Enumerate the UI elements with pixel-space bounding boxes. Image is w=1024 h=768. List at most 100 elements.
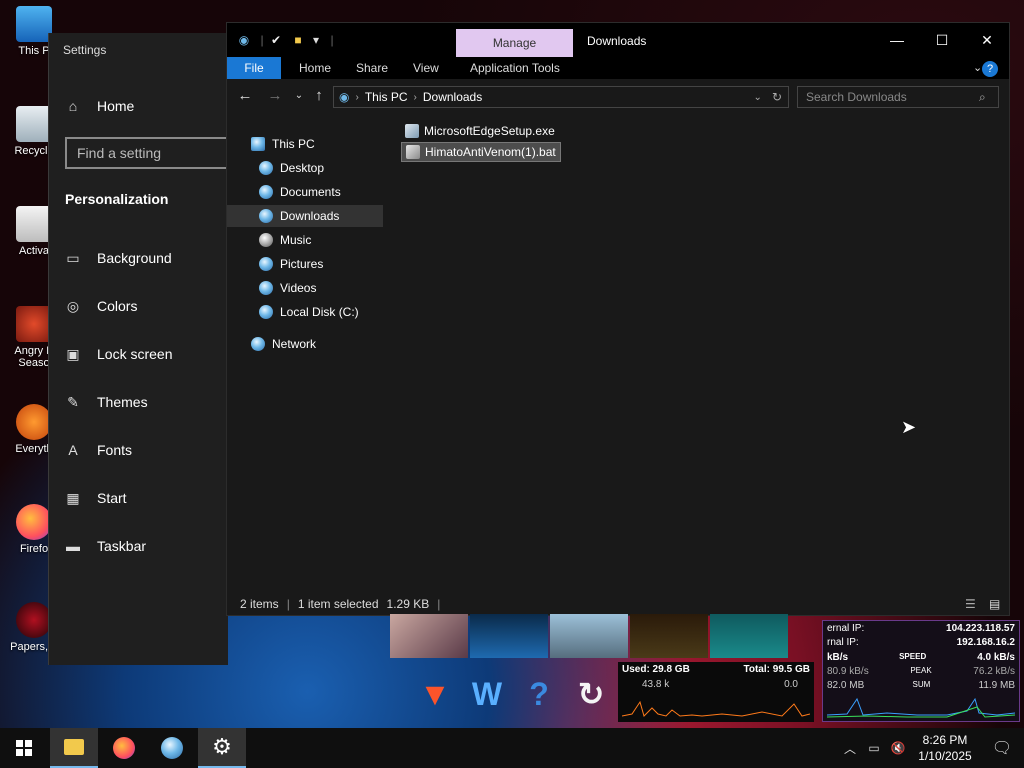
- properties-icon[interactable]: ✔: [269, 33, 283, 47]
- settings-item-lock-screen[interactable]: ▣ Lock screen: [63, 342, 172, 366]
- file-item-selected[interactable]: HimatoAntiVenom(1).bat: [401, 142, 561, 162]
- nav-item-this-pc[interactable]: This PC: [227, 133, 383, 155]
- sum-up: 11.9 MB: [978, 680, 1016, 691]
- thumbnail[interactable]: [630, 614, 708, 658]
- settings-item-label: Taskbar: [97, 538, 147, 554]
- external-ip-row: ernal IP: 104.223.118.57: [827, 623, 1015, 634]
- forward-arrow-icon[interactable]: →: [265, 87, 285, 105]
- gear-icon: ⚙: [212, 734, 232, 759]
- file-item[interactable]: MicrosoftEdgeSetup.exe: [401, 121, 559, 141]
- nav-item-network[interactable]: Network: [227, 333, 383, 355]
- thumbnail[interactable]: [470, 614, 548, 658]
- up-arrow-icon[interactable]: ↑: [309, 87, 329, 105]
- address-bar-row: ← → ⌄ ↑ ◉ › This PC › Downloads ⌄ ↻ ⌕: [227, 79, 1009, 113]
- settings-item-colors[interactable]: ◎ Colors: [63, 294, 138, 318]
- sync-icon[interactable]: ↻: [568, 671, 614, 717]
- refresh-icon[interactable]: ↻: [772, 90, 782, 104]
- tab-home[interactable]: Home: [287, 57, 343, 79]
- breadcrumb-separator: ›: [355, 91, 359, 103]
- help-question-icon[interactable]: ?: [516, 671, 562, 717]
- settings-window: Settings ⌂ Home Personalization ▭ Backgr…: [48, 33, 235, 665]
- tab-share[interactable]: Share: [344, 57, 400, 79]
- nav-item-videos[interactable]: Videos: [227, 277, 383, 299]
- font-icon: A: [68, 442, 78, 458]
- show-hidden-icons-chevron-icon[interactable]: ︿: [838, 740, 862, 757]
- memory-used: Used: 29.8 GB: [622, 664, 690, 675]
- large-icons-view-icon[interactable]: ▤: [989, 597, 1000, 611]
- nav-item-label: Local Disk (C:): [280, 305, 359, 319]
- maximize-icon[interactable]: ☐: [927, 29, 957, 51]
- action-center-icon[interactable]: 🗨: [980, 738, 1024, 758]
- computer-icon: [16, 6, 52, 42]
- tab-file[interactable]: File: [227, 57, 281, 79]
- brave-icon[interactable]: ▼: [412, 671, 458, 717]
- settings-item-taskbar[interactable]: ▬ Taskbar: [63, 534, 146, 558]
- thumbnail[interactable]: [550, 614, 628, 658]
- tab-view[interactable]: View: [401, 57, 451, 79]
- memory-widget: Used: 29.8 GB Total: 99.5 GB 43.8 k 0.0: [618, 662, 814, 722]
- settings-item-fonts[interactable]: A Fonts: [63, 438, 132, 462]
- breadcrumb-separator: ›: [413, 91, 417, 103]
- thumbnail[interactable]: [390, 614, 468, 658]
- breadcrumb-this-pc[interactable]: This PC: [365, 90, 408, 104]
- manage-tab[interactable]: Manage: [456, 29, 573, 57]
- home-icon: ⌂: [68, 98, 78, 114]
- wise-care-icon[interactable]: W: [464, 671, 510, 717]
- internal-ip-value: 192.168.16.2: [956, 637, 1015, 648]
- minimize-icon[interactable]: —: [882, 29, 912, 51]
- help-icon[interactable]: ?: [982, 57, 1000, 79]
- clock-time: 8:26 PM: [922, 733, 968, 747]
- settings-item-background[interactable]: ▭ Background: [63, 246, 171, 270]
- nav-item-desktop[interactable]: Desktop: [227, 157, 383, 179]
- close-icon[interactable]: ✕: [972, 29, 1002, 51]
- navigation-pane: This PC Desktop Documents Downloads Musi…: [227, 113, 383, 591]
- file-list-pane: MicrosoftEdgeSetup.exe HimatoAntiVenom(1…: [383, 113, 1009, 591]
- memory-graph: [622, 700, 810, 717]
- find-setting-input[interactable]: [65, 137, 235, 169]
- external-ip-value: 104.223.118.57: [946, 623, 1015, 634]
- location-icon: ◉: [339, 90, 350, 104]
- taskbar-file-explorer[interactable]: [50, 728, 98, 768]
- address-dropdown-icon[interactable]: ⌄: [754, 92, 762, 103]
- desktop-icon-label: Activa: [19, 245, 49, 257]
- music-folder-icon: [259, 233, 273, 247]
- nav-item-local-disk[interactable]: Local Disk (C:): [227, 301, 383, 323]
- address-field[interactable]: ◉ › This PC › Downloads ⌄ ↻: [333, 86, 789, 108]
- settings-item-themes[interactable]: ✎ Themes: [63, 390, 147, 414]
- details-view-icon[interactable]: ☰: [965, 597, 976, 611]
- volume-muted-icon[interactable]: 🔇: [886, 741, 910, 755]
- settings-item-label: Start: [97, 490, 127, 506]
- nav-item-music[interactable]: Music: [227, 229, 383, 251]
- search-input[interactable]: [797, 86, 999, 108]
- taskbar-settings[interactable]: ⚙: [198, 728, 246, 768]
- nav-item-documents[interactable]: Documents: [227, 181, 383, 203]
- recent-locations-chevron-icon[interactable]: ⌄: [289, 87, 309, 105]
- globe-icon: [161, 737, 183, 759]
- settings-home[interactable]: ⌂ Home: [63, 94, 135, 118]
- new-folder-icon[interactable]: ■: [291, 33, 305, 47]
- file-name: HimatoAntiVenom(1).bat: [425, 145, 556, 159]
- tab-application-tools[interactable]: Application Tools: [458, 57, 572, 79]
- settings-item-label: Lock screen: [97, 346, 173, 362]
- taskbar-firefox[interactable]: [100, 728, 148, 768]
- nav-item-label: Pictures: [280, 257, 324, 271]
- item-count: 2 items: [240, 597, 279, 611]
- firefox-icon: [113, 737, 135, 759]
- downloads-folder-icon: [259, 209, 273, 223]
- nav-item-pictures[interactable]: Pictures: [227, 253, 383, 275]
- start-button[interactable]: [0, 728, 48, 768]
- palette-icon: ◎: [66, 297, 80, 314]
- settings-item-start[interactable]: ▦ Start: [63, 486, 127, 510]
- thumbnail[interactable]: [710, 614, 788, 658]
- nav-item-downloads[interactable]: Downloads: [227, 205, 383, 227]
- taskbar-app[interactable]: [148, 728, 196, 768]
- nav-item-label: Videos: [280, 281, 317, 295]
- divider: |: [330, 33, 334, 47]
- clock[interactable]: 8:26 PM 1/10/2025: [910, 732, 980, 764]
- back-arrow-icon[interactable]: ←: [235, 87, 255, 105]
- customize-quick-access-icon[interactable]: ▾: [309, 33, 323, 47]
- everything-search-icon: [16, 404, 52, 440]
- network-status-icon[interactable]: ▭: [862, 741, 886, 755]
- help-icon-badge: ?: [982, 61, 998, 77]
- breadcrumb-downloads[interactable]: Downloads: [423, 90, 482, 104]
